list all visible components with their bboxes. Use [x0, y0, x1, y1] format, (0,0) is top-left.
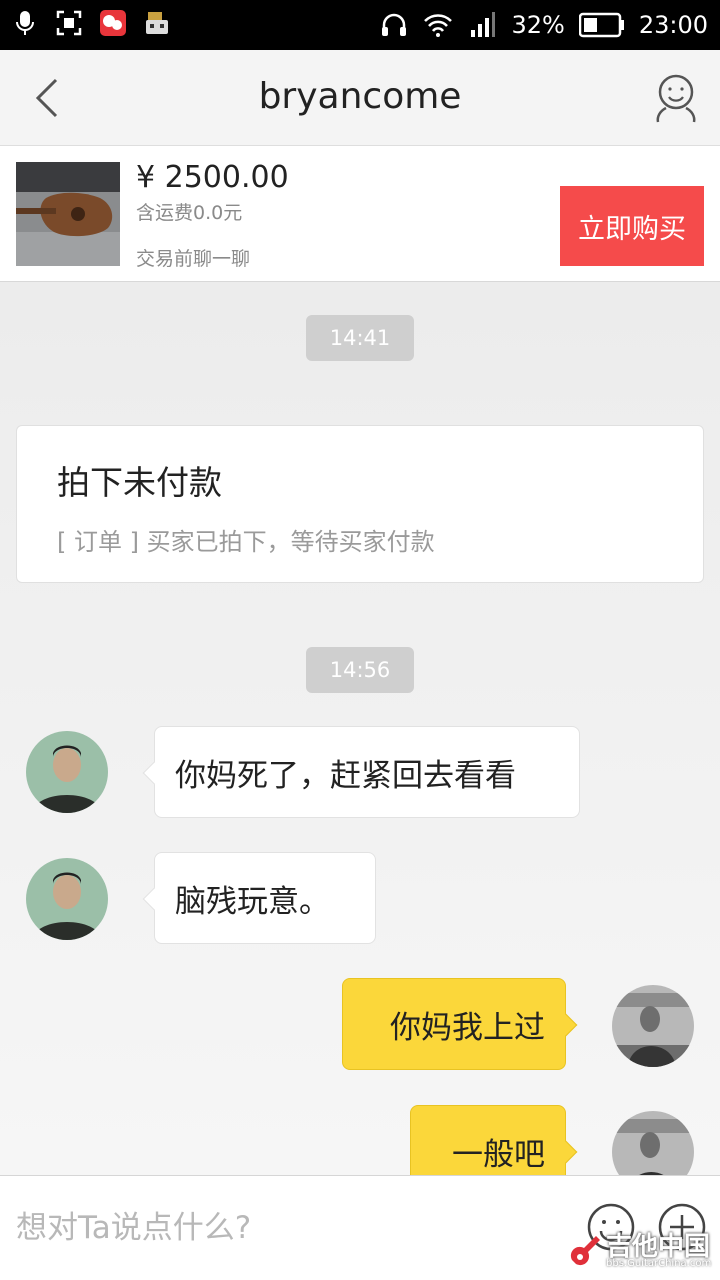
- robot-notification-icon: [146, 12, 168, 34]
- product-price: ¥ 2500.00: [136, 160, 289, 195]
- timestamp-chip: 14:41: [306, 315, 414, 361]
- my-avatar[interactable]: [612, 1111, 694, 1175]
- order-status-description: [ 订单 ] 买家已拍下，等待买家付款: [57, 528, 435, 556]
- chat-area[interactable]: 14:41 拍下未付款 [ 订单 ] 买家已拍下，等待买家付款 14:56 你妈…: [0, 283, 720, 1175]
- contact-avatar[interactable]: [26, 858, 108, 940]
- battery-percent: 32%: [511, 11, 565, 39]
- shipping-fee: 含运费0.0元: [136, 202, 243, 224]
- outgoing-message-bubble[interactable]: 一般吧: [410, 1105, 578, 1175]
- headphones-icon: [382, 13, 407, 36]
- chat-hint: 交易前聊一聊: [136, 248, 251, 270]
- my-avatar[interactable]: [612, 985, 694, 1067]
- timestamp-chip: 14:56: [306, 647, 414, 693]
- wifi-icon: [424, 14, 453, 37]
- order-status-card[interactable]: 拍下未付款 [ 订单 ] 买家已拍下，等待买家付款: [16, 425, 704, 583]
- clock: 23:00: [638, 11, 708, 39]
- product-card[interactable]: ¥ 2500.00 含运费0.0元 交易前聊一聊 立即购买: [0, 146, 720, 282]
- message-text: 你妈死了，赶紧回去看看: [175, 757, 516, 794]
- incoming-message-bubble[interactable]: 你妈死了，赶紧回去看看: [142, 726, 580, 818]
- message-text: 脑残玩意。: [175, 883, 330, 920]
- page-title: bryancome: [258, 76, 462, 117]
- screenshot-icon: [56, 10, 82, 36]
- outgoing-message-bubble[interactable]: 你妈我上过: [342, 978, 578, 1070]
- product-thumbnail[interactable]: [16, 162, 120, 266]
- status-bar: 32% 23:00: [0, 0, 720, 50]
- app-notification-icon: [100, 10, 126, 36]
- message-text: 一般吧: [452, 1136, 545, 1173]
- guitar-logo-icon: [570, 1236, 600, 1266]
- user-profile-icon[interactable]: [654, 72, 698, 124]
- navigation-bar: bryancome: [0, 50, 720, 146]
- battery-icon: [578, 12, 624, 38]
- microphone-icon: [16, 11, 34, 35]
- contact-avatar[interactable]: [26, 731, 108, 813]
- incoming-message-bubble[interactable]: 脑残玩意。: [142, 852, 376, 944]
- watermark: 吉他中国 bbs.GuitarChina.com: [566, 1226, 716, 1276]
- message-text: 你妈我上过: [390, 1009, 545, 1046]
- message-input[interactable]: [16, 1198, 556, 1258]
- buy-now-button[interactable]: 立即购买: [560, 186, 704, 266]
- signal-icon: [471, 12, 496, 37]
- watermark-url: bbs.GuitarChina.com: [606, 1258, 712, 1269]
- order-status-title: 拍下未付款: [57, 463, 222, 502]
